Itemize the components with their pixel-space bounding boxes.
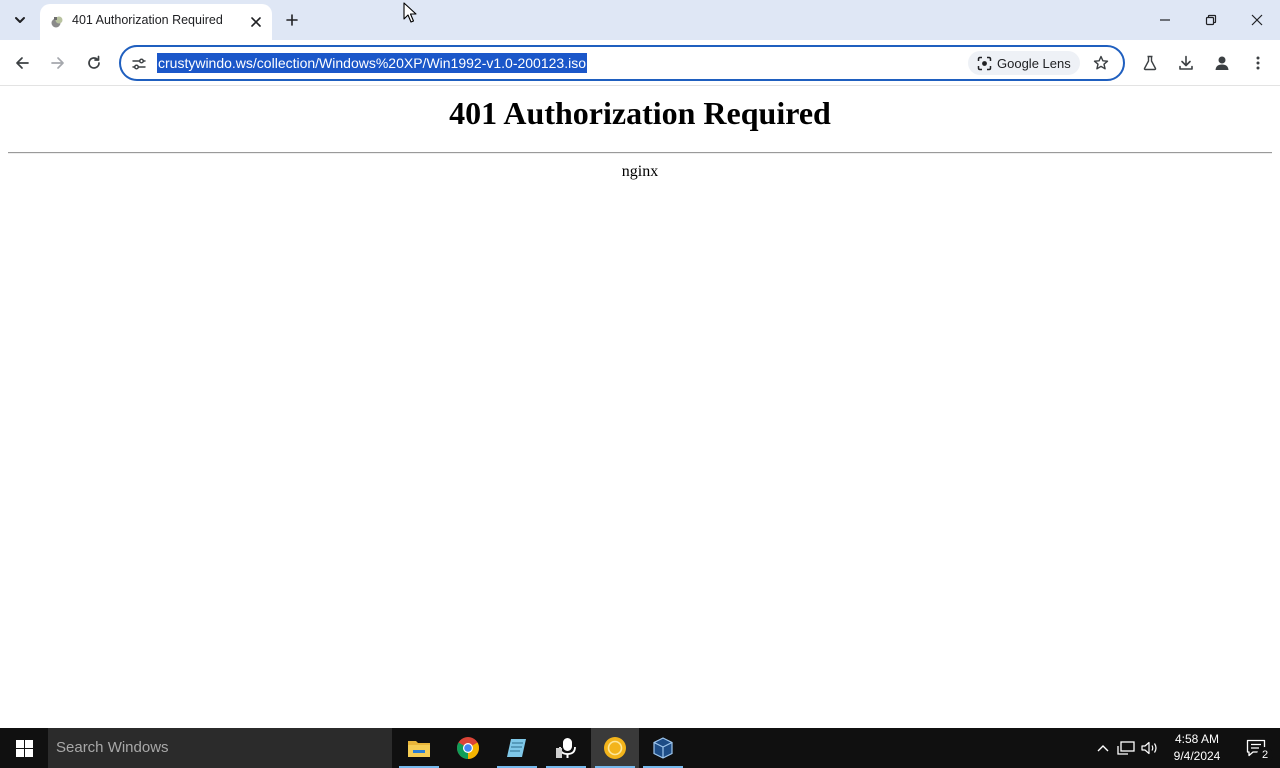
star-icon xyxy=(1093,55,1109,70)
downloads-button[interactable] xyxy=(1172,49,1200,77)
reload-icon xyxy=(88,55,100,69)
action-center-button[interactable]: 2 xyxy=(1232,728,1280,768)
tab-strip: 401 Authorization Required xyxy=(0,0,1280,40)
close-icon xyxy=(251,17,261,27)
virtualbox-icon xyxy=(653,737,673,759)
taskbar-chrome[interactable] xyxy=(444,728,492,768)
taskbar-notepad[interactable] xyxy=(493,728,541,768)
plus-icon xyxy=(286,14,298,26)
forward-icon xyxy=(51,57,64,69)
file-explorer-icon xyxy=(408,741,430,757)
google-lens-button[interactable]: Google Lens xyxy=(968,51,1080,75)
tab-close-button[interactable] xyxy=(246,12,266,32)
google-lens-label: Google Lens xyxy=(997,55,1071,71)
tab-title: 401 Authorization Required xyxy=(72,13,223,27)
forward-button[interactable] xyxy=(44,49,72,77)
nginx-favicon-icon xyxy=(51,16,63,28)
bookmark-star-button[interactable] xyxy=(1089,51,1113,75)
taskbar-search-box[interactable]: Search Windows xyxy=(48,728,392,768)
download-icon xyxy=(1179,55,1193,70)
lens-icon xyxy=(976,55,992,71)
chevron-down-icon xyxy=(15,17,25,23)
windows-logo-icon xyxy=(15,739,33,757)
taskbar-app-yellow[interactable] xyxy=(591,728,639,768)
labs-flask-icon xyxy=(1143,55,1157,71)
back-button[interactable] xyxy=(8,49,36,77)
address-bar[interactable]: crustywindo.ws/collection/Windows%20XP/W… xyxy=(119,45,1125,81)
more-menu-icon xyxy=(1256,56,1260,70)
tray-overflow-button[interactable] xyxy=(1092,736,1114,760)
browser-tab[interactable]: 401 Authorization Required xyxy=(40,4,272,40)
site-info-icon xyxy=(132,58,146,70)
start-button[interactable] xyxy=(0,728,48,768)
url-text[interactable]: crustywindo.ws/collection/Windows%20XP/W… xyxy=(157,53,587,73)
app-yellow-icon xyxy=(604,737,626,759)
close-icon xyxy=(1251,14,1263,26)
restore-button[interactable] xyxy=(1188,0,1234,40)
labs-button[interactable] xyxy=(1136,49,1164,77)
profile-button[interactable] xyxy=(1208,49,1236,77)
profile-icon xyxy=(1215,56,1229,70)
minimize-button[interactable] xyxy=(1142,0,1188,40)
tray-network[interactable] xyxy=(1115,736,1137,760)
volume-icon xyxy=(1141,741,1157,755)
page-heading: 401 Authorization Required xyxy=(449,95,831,131)
notification-count-badge: 2 xyxy=(1257,747,1273,763)
voice-recorder-icon xyxy=(556,738,576,758)
more-menu-button[interactable] xyxy=(1244,49,1272,77)
mouse-cursor-icon xyxy=(403,2,417,23)
taskbar-file-explorer[interactable] xyxy=(395,728,443,768)
clock-time: 4:58 AM xyxy=(1174,732,1220,746)
divider xyxy=(8,152,1272,154)
server-signature: nginx xyxy=(621,163,659,180)
back-icon xyxy=(16,57,29,69)
reload-button[interactable] xyxy=(80,49,108,77)
close-window-button[interactable] xyxy=(1234,0,1280,40)
tab-search-button[interactable] xyxy=(6,7,34,33)
site-info-button[interactable] xyxy=(129,54,149,74)
chrome-icon xyxy=(457,737,479,759)
page-content: 401 Authorization Required nginx xyxy=(0,87,1280,728)
notepad-icon xyxy=(507,739,526,757)
clock-date: 9/4/2024 xyxy=(1173,749,1221,763)
taskbar: Search Windows 4:58 AM 9/4/2024 2 xyxy=(0,728,1280,768)
chevron-up-icon xyxy=(1097,745,1109,752)
tray-volume[interactable] xyxy=(1139,736,1161,760)
minimize-icon xyxy=(1160,19,1170,21)
browser-toolbar: crustywindo.ws/collection/Windows%20XP/W… xyxy=(0,40,1280,86)
restore-icon xyxy=(1205,14,1217,26)
taskbar-voice-recorder[interactable] xyxy=(542,728,590,768)
network-icon xyxy=(1117,741,1135,755)
taskbar-clock[interactable]: 4:58 AM 9/4/2024 xyxy=(1166,731,1228,765)
new-tab-button[interactable] xyxy=(280,8,304,32)
taskbar-virtualbox[interactable] xyxy=(639,728,687,768)
taskbar-search-placeholder: Search Windows xyxy=(56,739,169,756)
